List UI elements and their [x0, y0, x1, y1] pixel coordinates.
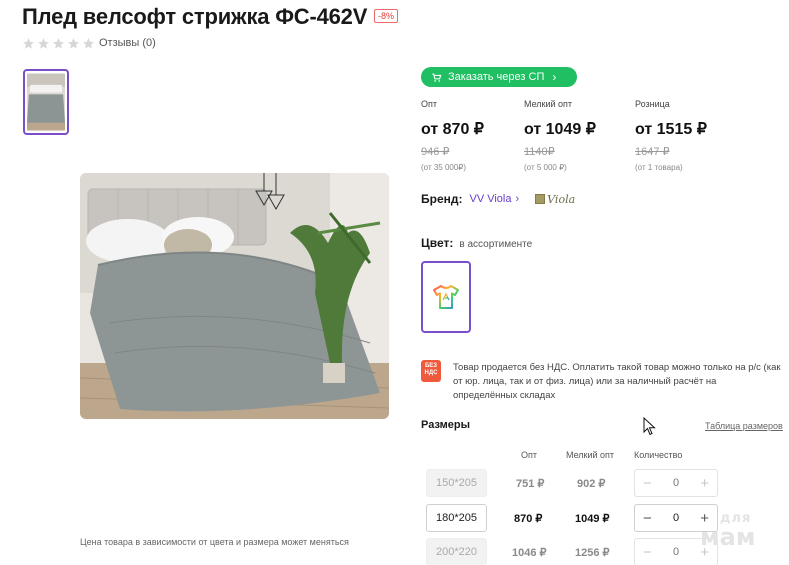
price-value: от 1049 ₽ [524, 121, 596, 138]
plus-button[interactable]: + [700, 476, 709, 491]
product-title: Плед велсофт стрижка ФС-462V [22, 4, 368, 29]
star-icon [83, 38, 94, 49]
sizes-heading: Размеры [421, 419, 471, 431]
mouse-cursor-icon [643, 417, 656, 436]
bed-photo [80, 173, 389, 419]
size-row: 150*205 751 ₽ 902 ₽ − 0 + [426, 469, 786, 497]
watermark-line2: мам [700, 523, 756, 551]
quantity-value[interactable]: 0 [673, 546, 679, 558]
brand-logo-text: Viola [547, 192, 576, 206]
color-label: Цвет: [421, 236, 454, 250]
brand-label: Бренд: [421, 192, 463, 206]
old-price: 1140₽ [524, 146, 555, 158]
minus-button[interactable]: − [643, 511, 652, 526]
star-icon [68, 38, 79, 49]
chevron-right-icon[interactable]: › [516, 193, 520, 205]
price-opt: Опт от 870 ₽ 946 ₽ (от 35 000₽) [421, 99, 531, 172]
size-small-opt-price: 1256 ₽ [575, 547, 610, 559]
no-vat-line1: БЕЗ [424, 363, 438, 369]
cart-icon [432, 73, 442, 82]
price-small-opt: Мелкий опт от 1049 ₽ 1140₽ (от 5 000 ₽) [524, 99, 634, 172]
brand-logo-mark [535, 194, 546, 204]
min-order: (от 35 000₽) [421, 163, 467, 172]
minus-button[interactable]: − [643, 476, 652, 491]
quantity-value[interactable]: 0 [673, 477, 679, 489]
price-label: Розница [635, 99, 670, 109]
thumbnail-image [27, 73, 65, 131]
size-opt-price: 1046 ₽ [512, 547, 547, 559]
column-small-opt: Мелкий опт [566, 450, 615, 460]
no-vat-text: Товар продается без НДС. Оплатить такой … [453, 362, 781, 401]
min-order: (от 5 000 ₽) [524, 163, 567, 172]
color-value: в ассортименте [459, 239, 533, 250]
color-row: Цвет: в ассортименте [421, 236, 532, 250]
brand-link[interactable]: VV Viola [470, 193, 512, 205]
old-price: 1647 ₽ [635, 146, 670, 158]
size-small-opt-price: 1049 ₽ [575, 513, 610, 525]
column-quantity: Количество [634, 450, 683, 460]
order-via-sp-label: Заказать через СП [448, 71, 545, 83]
color-swatch-assorted[interactable] [421, 261, 471, 333]
old-price: 946 ₽ [421, 146, 450, 158]
star-icon [38, 38, 49, 49]
price-value: от 870 ₽ [421, 121, 484, 138]
brand-row: Бренд: VV Viola › Viola [421, 192, 575, 206]
size-opt-price: 870 ₽ [514, 513, 543, 525]
order-via-sp-button[interactable]: Заказать через СП › [421, 67, 577, 87]
size-small-opt-price: 902 ₽ [577, 478, 606, 490]
price-retail: Розница от 1515 ₽ 1647 ₽ (от 1 товара) [635, 99, 745, 172]
size-opt-price: 751 ₽ [516, 478, 545, 490]
price-note: Цена товара в зависимости от цвета и раз… [80, 537, 349, 547]
size-option[interactable]: 180*205 [426, 504, 487, 532]
brand-logo[interactable]: Viola [535, 193, 575, 206]
column-opt: Опт [521, 450, 537, 460]
product-thumbnail[interactable] [23, 69, 69, 135]
price-label: Опт [421, 99, 437, 109]
size-option[interactable]: 150*205 [426, 469, 487, 497]
quantity-value[interactable]: 0 [673, 512, 679, 524]
rating-stars[interactable] [22, 37, 95, 50]
size-table-link[interactable]: Таблица размеров [705, 421, 783, 431]
price-value: от 1515 ₽ [635, 121, 707, 138]
watermark: для мам [700, 511, 756, 551]
discount-badge: -8% [374, 9, 399, 23]
no-vat-line2: НДС [424, 370, 438, 376]
price-label: Мелкий опт [524, 99, 573, 109]
product-main-image[interactable] [80, 173, 389, 419]
size-option[interactable]: 200*220 [426, 538, 487, 565]
min-order: (от 1 товара) [635, 163, 683, 172]
chevron-right-icon: › [552, 70, 557, 84]
star-icon [53, 38, 64, 49]
minus-button[interactable]: − [643, 545, 652, 560]
no-vat-badge: БЕЗ НДС [421, 360, 441, 382]
tshirt-icon [433, 285, 459, 309]
star-icon [23, 38, 34, 49]
reviews-link[interactable]: Отзывы (0) [99, 37, 156, 49]
quantity-stepper[interactable]: − 0 + [634, 469, 718, 497]
